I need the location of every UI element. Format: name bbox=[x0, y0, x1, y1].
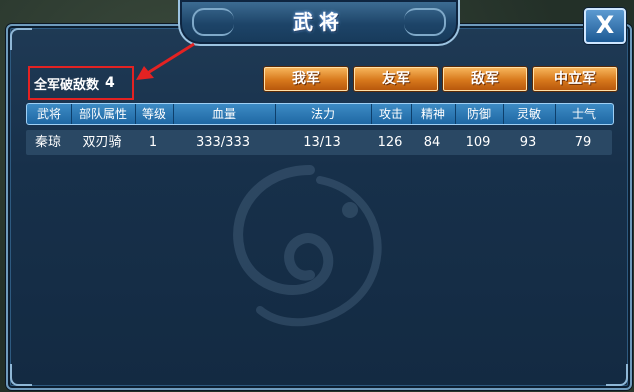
total-kills-label: 全军破敌数 bbox=[34, 77, 100, 93]
total-kills: 全军破敌数 4 bbox=[34, 72, 115, 94]
morale: 79 bbox=[574, 135, 592, 150]
column-header: 法力 bbox=[275, 104, 372, 124]
title-plate: 武将 bbox=[178, 0, 460, 46]
tab-my-army[interactable]: 我军 bbox=[264, 67, 348, 91]
general-name: 秦琼 bbox=[34, 135, 61, 150]
frame-corner bbox=[606, 364, 628, 386]
troop-type: 双刃骑 bbox=[82, 135, 122, 150]
mp: 13/13 bbox=[303, 135, 341, 150]
column-header: 精神 bbox=[411, 104, 456, 124]
agility: 93 bbox=[519, 135, 537, 150]
column-header: 血量 bbox=[173, 104, 276, 124]
close-button[interactable]: X bbox=[584, 8, 626, 44]
table-header: 武将 部队属性 等级 血量 法力 攻击 精神 防御 灵敏 士气 bbox=[26, 103, 614, 125]
column-header: 防御 bbox=[455, 104, 504, 124]
total-kills-value: 4 bbox=[105, 75, 115, 91]
frame-corner bbox=[10, 28, 32, 50]
dragon-watermark-icon bbox=[233, 165, 382, 327]
column-header: 等级 bbox=[135, 104, 174, 124]
column-header: 部队属性 bbox=[71, 104, 136, 124]
table-row[interactable]: 秦琼 双刃骑 1 333/333 13/13 126 84 109 93 79 bbox=[26, 130, 612, 155]
annotation-arrow-icon bbox=[136, 42, 195, 80]
column-header: 士气 bbox=[571, 107, 596, 121]
close-icon: X bbox=[595, 11, 615, 39]
hp: 333/333 bbox=[195, 135, 250, 150]
tab-enemy-army[interactable]: 敌军 bbox=[443, 67, 527, 91]
frame-corner bbox=[10, 364, 32, 386]
tab-allied-army[interactable]: 友军 bbox=[354, 67, 438, 91]
spirit: 84 bbox=[423, 135, 441, 150]
column-header: 武将 bbox=[27, 104, 72, 124]
column-header: 攻击 bbox=[371, 104, 412, 124]
window-title: 武将 bbox=[293, 10, 345, 34]
column-header: 灵敏 bbox=[503, 104, 556, 124]
attack: 126 bbox=[377, 135, 403, 150]
level: 1 bbox=[148, 135, 158, 150]
tab-neutral-army[interactable]: 中立军 bbox=[533, 67, 617, 91]
defense: 109 bbox=[465, 135, 491, 150]
